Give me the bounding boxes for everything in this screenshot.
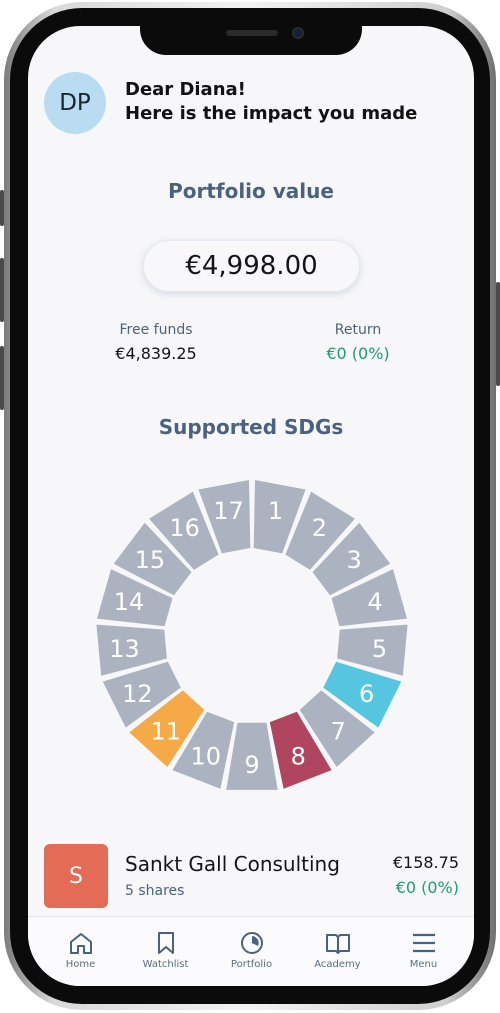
front-camera [292, 27, 304, 39]
sdg-label-3: 3 [347, 546, 362, 574]
sdg-label-14: 14 [114, 588, 145, 616]
sdg-wheel: 1234567891011121314151617 [96, 480, 408, 790]
sdg-label-7: 7 [331, 718, 346, 746]
phone-notch [140, 26, 362, 55]
sdg-label-8: 8 [291, 742, 306, 770]
sdg-label-10: 10 [190, 742, 221, 770]
power-button [496, 282, 500, 386]
volume-down-button [0, 346, 4, 410]
book-icon [325, 934, 350, 954]
tab-academy-label: Academy [314, 959, 361, 970]
app-screen: DP Dear Diana! Here is the impact you ma… [28, 26, 474, 986]
company-logo-letter: S [69, 863, 83, 889]
holding-return: €0 (0%) [395, 878, 459, 897]
bottom-tab-bar: Home Watchlist Portfolio Academy Menu [28, 916, 474, 986]
tab-portfolio[interactable]: Portfolio [207, 917, 296, 986]
sdg-label-9: 9 [244, 751, 259, 779]
holding-name: Sankt Gall Consulting [125, 852, 340, 876]
holding-price: €158.75 [392, 853, 459, 872]
sdg-label-17: 17 [213, 497, 244, 525]
sdg-label-11: 11 [150, 718, 181, 746]
holding-shares: 5 shares [125, 883, 185, 899]
side-button [0, 190, 4, 226]
volume-up-button [0, 258, 4, 322]
tab-portfolio-label: Portfolio [230, 959, 273, 970]
pie-chart-icon [240, 932, 263, 954]
sdg-label-2: 2 [312, 514, 327, 542]
tab-watchlist-label: Watchlist [142, 959, 189, 970]
tab-menu-label: Menu [409, 959, 438, 970]
sdg-label-4: 4 [367, 588, 382, 616]
company-logo: S [44, 844, 108, 908]
bookmark-icon [157, 932, 174, 954]
sdg-label-13: 13 [109, 635, 140, 663]
sdg-label-1: 1 [268, 497, 283, 525]
tab-home-label: Home [65, 959, 96, 970]
sdg-label-12: 12 [122, 680, 153, 708]
holding-row[interactable]: S Sankt Gall Consulting 5 shares €158.75… [28, 836, 474, 916]
tab-menu[interactable]: Menu [379, 917, 468, 986]
tab-watchlist[interactable]: Watchlist [121, 917, 210, 986]
sdg-label-16: 16 [169, 514, 200, 542]
sdg-label-15: 15 [135, 546, 166, 574]
sdg-label-6: 6 [359, 680, 374, 708]
home-icon [69, 933, 92, 954]
menu-icon [412, 933, 435, 953]
speaker-grille [226, 30, 278, 36]
tab-home[interactable]: Home [36, 917, 125, 986]
tab-academy[interactable]: Academy [293, 917, 382, 986]
sdg-label-5: 5 [372, 635, 387, 663]
